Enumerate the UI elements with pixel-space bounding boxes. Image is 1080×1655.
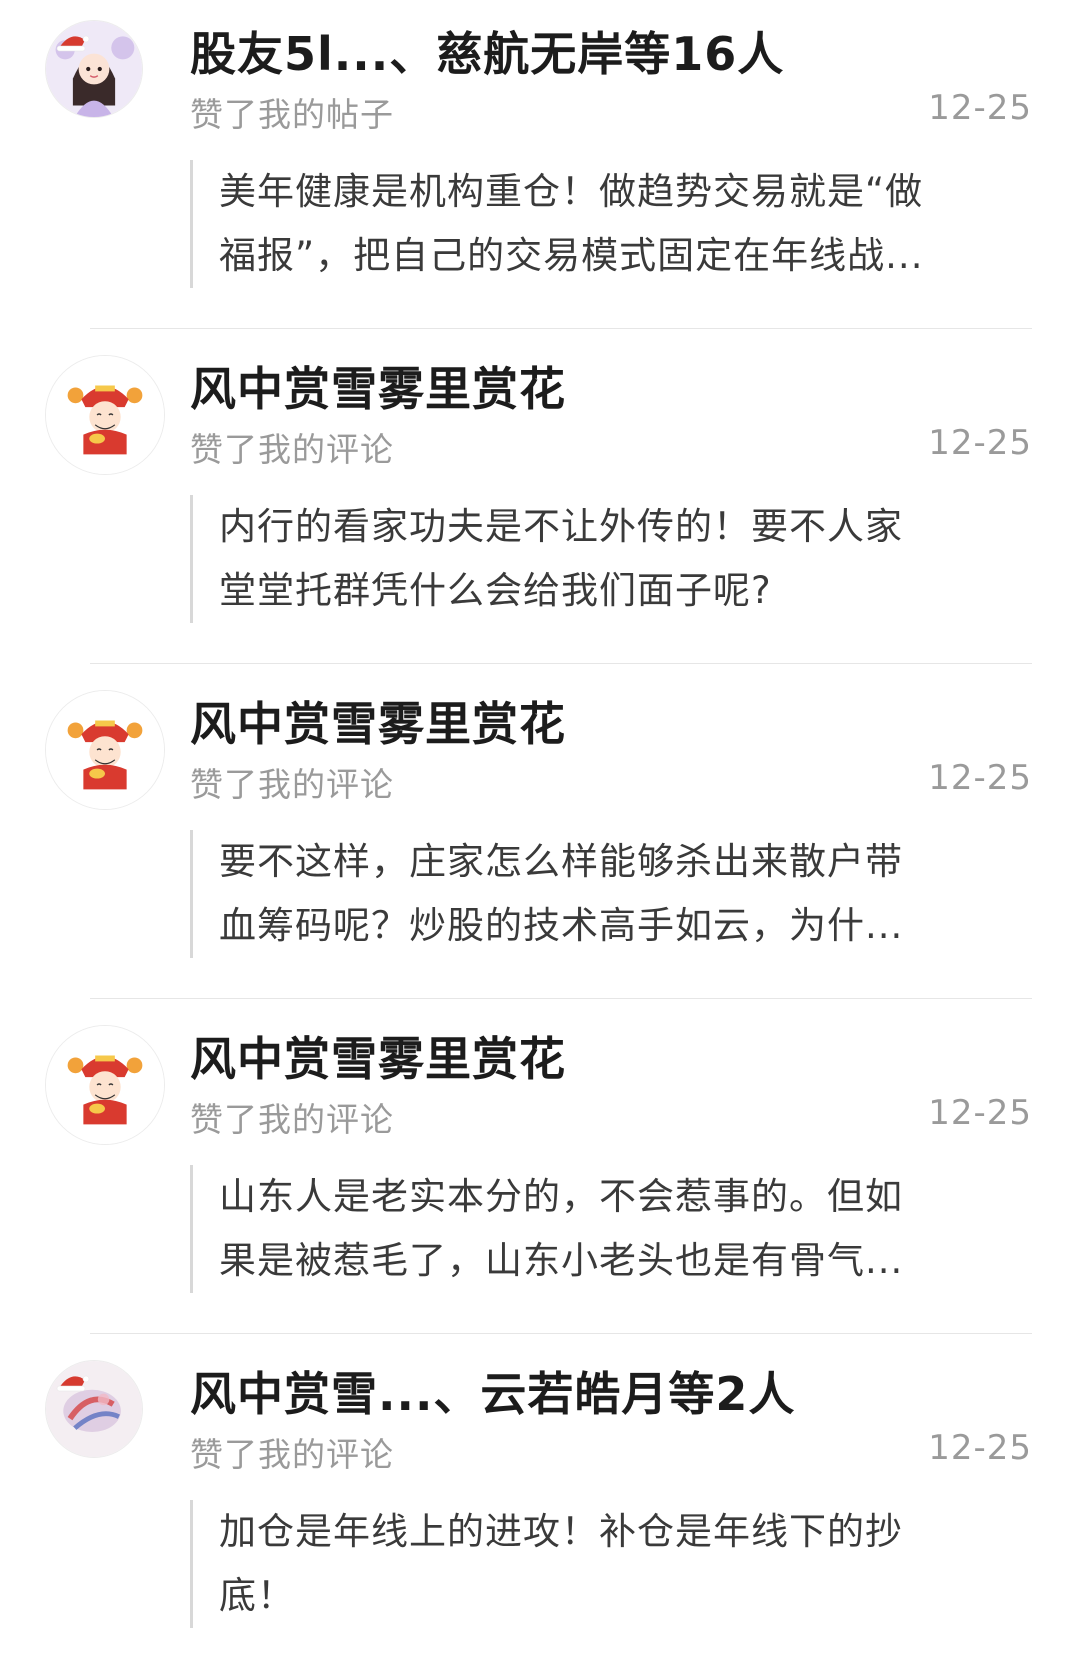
quote-line: 福报”，把自己的交易模式固定在年线战... bbox=[219, 234, 924, 277]
avatar[interactable] bbox=[45, 690, 165, 810]
notification-action: 赞了我的帖子 bbox=[190, 95, 394, 134]
quote-line: 底！ bbox=[219, 1574, 295, 1617]
fortune-god-avatar-icon bbox=[45, 355, 165, 475]
notification-date: 12-25 bbox=[928, 1093, 1032, 1133]
divider bbox=[90, 998, 1032, 999]
notification-action: 赞了我的评论 bbox=[190, 1435, 394, 1474]
notification-title[interactable]: 风中赏雪...、云若皓月等2人 bbox=[190, 1358, 795, 1424]
santa-hat-icon bbox=[55, 30, 91, 52]
quote-line: 美年健康是机构重仓！做趋势交易就是“做 bbox=[219, 170, 924, 213]
notification-action: 赞了我的评论 bbox=[190, 1100, 394, 1139]
quoted-content[interactable]: 山东人是老实本分的，不会惹事的。但如 果是被惹毛了，山东小老头也是有骨气... bbox=[190, 1165, 1039, 1293]
quoted-content[interactable]: 美年健康是机构重仓！做趋势交易就是“做 福报”，把自己的交易模式固定在年线战..… bbox=[190, 160, 1039, 288]
quote-line: 山东人是老实本分的，不会惹事的。但如 bbox=[219, 1175, 903, 1218]
notification-title[interactable]: 风中赏雪雾里赏花 bbox=[190, 1023, 566, 1089]
notification-date: 12-25 bbox=[928, 758, 1032, 798]
notification-title[interactable]: 股友5l...、慈航无岸等16人 bbox=[190, 18, 784, 84]
santa-hat-icon bbox=[55, 1370, 91, 1392]
avatar[interactable] bbox=[45, 355, 165, 475]
quote-line: 果是被惹毛了，山东小老头也是有骨气... bbox=[219, 1239, 904, 1282]
notification-action: 赞了我的评论 bbox=[190, 765, 394, 804]
avatar[interactable] bbox=[45, 20, 145, 120]
avatar[interactable] bbox=[45, 1360, 145, 1460]
notification-title[interactable]: 风中赏雪雾里赏花 bbox=[190, 688, 566, 754]
quoted-content[interactable]: 内行的看家功夫是不让外传的！要不人家 堂堂托群凭什么会给我们面子呢? bbox=[190, 495, 1039, 623]
divider bbox=[90, 663, 1032, 664]
quote-line: 内行的看家功夫是不让外传的！要不人家 bbox=[219, 505, 903, 548]
quote-line: 加仓是年线上的进攻！补仓是年线下的抄 bbox=[219, 1510, 903, 1553]
fortune-god-avatar-icon bbox=[45, 1025, 165, 1145]
divider bbox=[90, 1333, 1032, 1334]
quoted-content[interactable]: 要不这样，庄家怎么样能够杀出来散户带 血筹码呢？炒股的技术高手如云，为什... bbox=[190, 830, 1039, 958]
notification-action: 赞了我的评论 bbox=[190, 430, 394, 469]
quote-line: 要不这样，庄家怎么样能够杀出来散户带 bbox=[219, 840, 903, 883]
divider bbox=[90, 328, 1032, 329]
avatar[interactable] bbox=[45, 1025, 165, 1145]
quoted-content[interactable]: 加仓是年线上的进攻！补仓是年线下的抄 底！ bbox=[190, 1500, 1039, 1628]
notification-date: 12-25 bbox=[928, 1428, 1032, 1468]
quote-line: 血筹码呢？炒股的技术高手如云，为什... bbox=[219, 904, 904, 947]
notification-date: 12-25 bbox=[928, 423, 1032, 463]
like-notification-list: 股友5l...、慈航无岸等16人 赞了我的帖子 12-25 美年健康是机构重仓！… bbox=[0, 0, 1080, 1655]
notification-date: 12-25 bbox=[928, 88, 1032, 128]
quote-line: 堂堂托群凭什么会给我们面子呢? bbox=[219, 569, 772, 612]
notification-title[interactable]: 风中赏雪雾里赏花 bbox=[190, 353, 566, 419]
fortune-god-avatar-icon bbox=[45, 690, 165, 810]
